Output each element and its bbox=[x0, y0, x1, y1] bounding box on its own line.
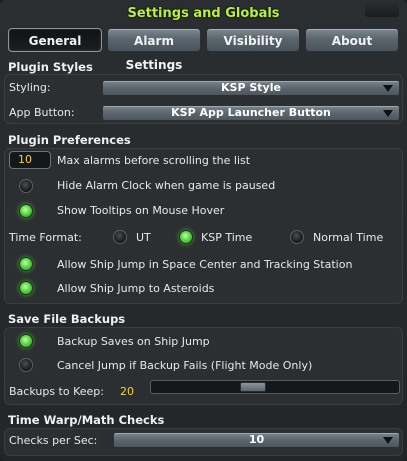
backups-to-keep-slider[interactable] bbox=[150, 380, 400, 394]
plugin-preferences-heading: Plugin Preferences bbox=[8, 133, 131, 147]
time-format-normal-label: Normal Time bbox=[313, 231, 384, 244]
backup-on-jump-label: Backup Saves on Ship Jump bbox=[57, 335, 210, 348]
ship-jump-asteroids-label: Allow Ship Jump to Asteroids bbox=[57, 282, 215, 295]
app-button-dropdown[interactable]: KSP App Launcher Button bbox=[102, 105, 400, 121]
tab-visibility[interactable]: Visibility bbox=[206, 28, 300, 52]
plugin-preferences-panel bbox=[4, 148, 403, 304]
max-alarms-input[interactable]: 10 bbox=[9, 151, 51, 169]
time-warp-heading: Time Warp/Math Checks bbox=[8, 413, 165, 427]
time-format-ut-label: UT bbox=[136, 231, 151, 244]
ship-jump-sc-toggle[interactable] bbox=[19, 257, 33, 271]
styling-value: KSP Style bbox=[221, 81, 281, 94]
tab-general[interactable]: General bbox=[8, 28, 102, 52]
chevron-down-icon bbox=[383, 85, 393, 92]
time-format-label: Time Format: bbox=[9, 231, 82, 244]
app-button-value: KSP App Launcher Button bbox=[171, 106, 331, 119]
save-file-backups-heading: Save File Backups bbox=[8, 312, 126, 326]
checks-per-sec-value: 10 bbox=[248, 433, 265, 446]
tooltips-label: Show Tooltips on Mouse Hover bbox=[57, 204, 225, 217]
ship-jump-sc-label: Allow Ship Jump in Space Center and Trac… bbox=[57, 258, 353, 271]
checks-per-sec-dropdown[interactable]: 10 bbox=[113, 432, 400, 448]
window-title: Settings and Globals bbox=[127, 6, 280, 21]
tooltips-toggle[interactable] bbox=[19, 204, 33, 218]
checks-per-sec-label: Checks per Sec: bbox=[9, 434, 98, 447]
hide-alarm-toggle[interactable] bbox=[19, 179, 33, 193]
tab-alarm-settings[interactable]: Alarm Settings bbox=[107, 28, 201, 72]
backup-on-jump-toggle[interactable] bbox=[19, 334, 33, 348]
max-alarms-label: Max alarms before scrolling the list bbox=[57, 154, 251, 167]
time-format-ksp-label: KSP Time bbox=[201, 231, 253, 244]
chevron-down-icon bbox=[383, 110, 393, 117]
backups-to-keep-value: 20 bbox=[120, 385, 134, 398]
styling-dropdown[interactable]: KSP Style bbox=[102, 80, 400, 96]
app-button-label: App Button: bbox=[9, 106, 75, 119]
tab-about[interactable]: About bbox=[305, 28, 399, 52]
hide-alarm-label: Hide Alarm Clock when game is paused bbox=[57, 179, 276, 192]
time-format-ut-radio[interactable] bbox=[113, 230, 127, 244]
plugin-styles-heading: Plugin Styles bbox=[8, 60, 93, 74]
settings-window: Settings and Globals General Alarm Setti… bbox=[0, 0, 407, 461]
time-format-normal-radio[interactable] bbox=[290, 230, 304, 244]
cancel-jump-label: Cancel Jump if Backup Fails (Flight Mode… bbox=[57, 359, 313, 372]
close-button[interactable] bbox=[365, 3, 399, 17]
cancel-jump-toggle[interactable] bbox=[19, 358, 33, 372]
time-format-ksp-radio[interactable] bbox=[179, 230, 193, 244]
backups-to-keep-label: Backups to Keep: bbox=[9, 385, 104, 398]
slider-thumb[interactable] bbox=[240, 382, 266, 392]
chevron-down-icon bbox=[383, 437, 393, 444]
ship-jump-asteroids-toggle[interactable] bbox=[19, 281, 33, 295]
styling-label: Styling: bbox=[9, 81, 51, 94]
